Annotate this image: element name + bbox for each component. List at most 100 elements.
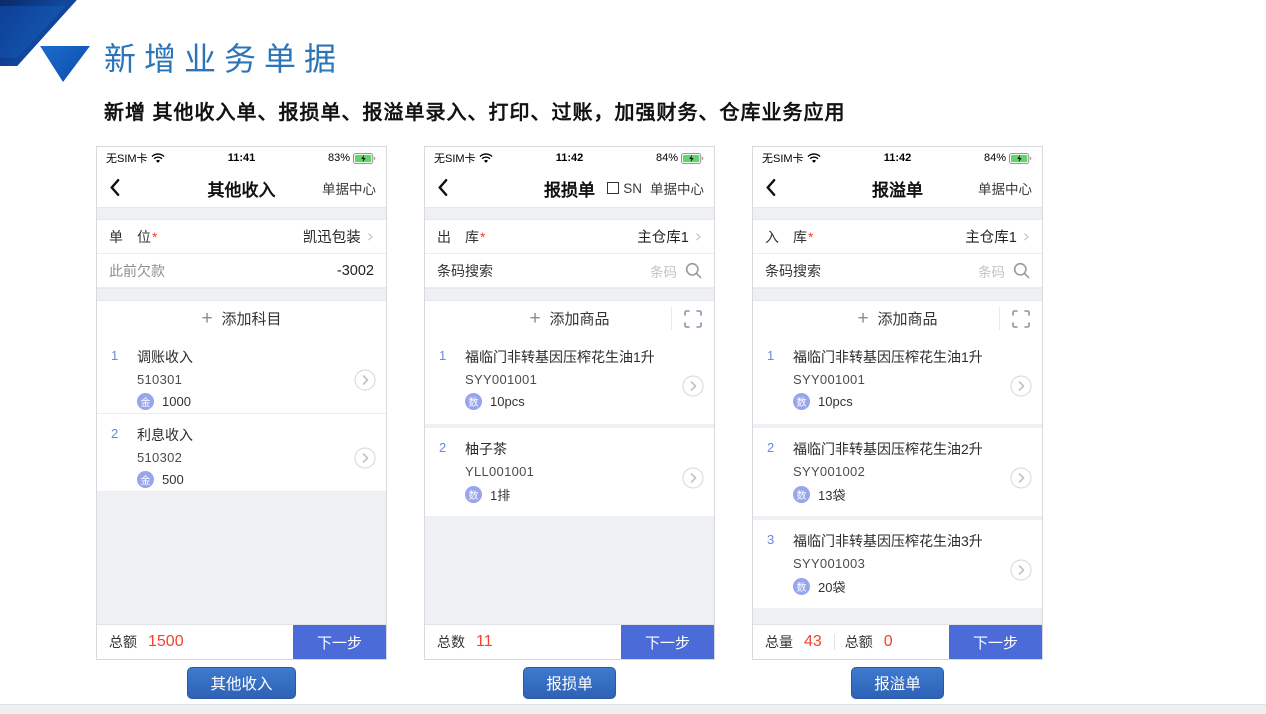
item-qty: 13袋 <box>818 485 845 504</box>
barcode-input-placeholder[interactable]: 条码 <box>650 261 677 281</box>
item-index: 1 <box>767 347 793 424</box>
chevron-right-icon: › <box>1023 228 1030 246</box>
total-label: 总额 <box>845 632 873 652</box>
clock: 11:41 <box>97 152 386 164</box>
item-index: 2 <box>111 425 137 491</box>
item-code: SYY001001 <box>465 372 678 387</box>
doc-center-link[interactable]: 单据中心 <box>978 178 1032 198</box>
required-asterisk: * <box>152 229 157 245</box>
next-step-button[interactable]: 下一步 <box>621 625 714 659</box>
add-subject-button[interactable]: + 添加科目 <box>97 301 386 336</box>
circle-chevron-icon[interactable] <box>354 369 376 391</box>
qty-badge: 数 <box>793 486 810 503</box>
status-bar: 无SIM卡 11:41 83% <box>97 147 386 169</box>
circle-chevron-icon[interactable] <box>354 447 376 469</box>
doc-center-link[interactable]: 单据中心 <box>650 178 704 198</box>
item-list: 1 调账收入 510301 金1000 2 利息收入 510302 金500 <box>97 336 386 624</box>
list-item[interactable]: 1 福临门非转基因压榨花生油1升 SYY001001 数10pcs <box>425 336 714 424</box>
item-index: 3 <box>767 531 793 608</box>
amount-badge: 金 <box>137 471 154 488</box>
item-amount: 500 <box>162 472 184 487</box>
status-bar: 无SIM卡 11:42 84% <box>425 147 714 169</box>
required-asterisk: * <box>480 229 485 245</box>
qty-badge: 数 <box>465 486 482 503</box>
item-name: 柚子茶 <box>465 439 678 459</box>
tag-loss-report: 报损单 <box>523 667 616 699</box>
phone-tag-row: 报损单 <box>424 667 715 699</box>
phone-tag-row: 报溢单 <box>752 667 1043 699</box>
phone-other-income: 无SIM卡 11:41 83% 其他收入 单据中心 单 位* 凯迅包装 › 此前… <box>96 146 387 660</box>
item-index: 1 <box>439 347 465 424</box>
circle-chevron-icon[interactable] <box>1010 375 1032 397</box>
next-step-button[interactable]: 下一步 <box>949 625 1042 659</box>
barcode-search-row[interactable]: 条码搜索 条码 <box>425 254 714 288</box>
add-product-button[interactable]: + 添加商品 <box>425 301 714 336</box>
item-code: 510301 <box>137 372 350 387</box>
circle-chevron-icon[interactable] <box>1010 467 1032 489</box>
section-gap <box>753 288 1042 301</box>
totals-bar: 总数 11 下一步 <box>425 624 714 659</box>
nav-bar: 其他收入 单据中心 <box>97 169 386 207</box>
nav-bar: 报损单 SN 单据中心 <box>425 169 714 207</box>
section-gap <box>425 288 714 301</box>
list-item[interactable]: 3 福临门非转基因压榨花生油3升 SYY001003 数20袋 <box>753 520 1042 608</box>
item-qty: 10pcs <box>818 394 853 409</box>
field-value: -3002 <box>337 263 374 279</box>
totals-bar: 总量 43 总额 0 下一步 <box>753 624 1042 659</box>
list-item[interactable]: 2 福临门非转基因压榨花生油2升 SYY001002 数13袋 <box>753 428 1042 516</box>
item-name: 调账收入 <box>137 347 350 367</box>
field-label: 条码搜索 <box>437 261 493 281</box>
circle-chevron-icon[interactable] <box>682 467 704 489</box>
scan-barcode-icon[interactable] <box>999 307 1042 330</box>
item-index: 2 <box>767 439 793 516</box>
next-step-button[interactable]: 下一步 <box>293 625 386 659</box>
add-label: 添加商品 <box>550 308 610 329</box>
item-amount: 1000 <box>162 394 191 409</box>
list-item[interactable]: 1 福临门非转基因压榨花生油1升 SYY001001 数10pcs <box>753 336 1042 424</box>
total-value: 0 <box>884 633 893 651</box>
item-name: 福临门非转基因压榨花生油3升 <box>793 531 1006 551</box>
field-label: 入 库 <box>765 229 807 245</box>
phone-loss-report: 无SIM卡 11:42 84% 报损单 SN 单据中心 出 库* 主仓库1 › … <box>424 146 715 660</box>
total-value: 43 <box>804 633 822 651</box>
list-item[interactable]: 2 柚子茶 YLL001001 数1排 <box>425 428 714 516</box>
section-gap <box>97 288 386 301</box>
list-item[interactable]: 1 调账收入 510301 金1000 <box>97 336 386 414</box>
total-label: 总量 <box>765 632 793 652</box>
field-row-warehouse-in[interactable]: 入 库* 主仓库1 › <box>753 220 1042 254</box>
barcode-input-placeholder[interactable]: 条码 <box>978 261 1005 281</box>
slide-bottom-strip <box>0 704 1266 714</box>
barcode-search-row[interactable]: 条码搜索 条码 <box>753 254 1042 288</box>
list-item[interactable]: 2 利息收入 510302 金500 <box>97 414 386 492</box>
scan-barcode-icon[interactable] <box>671 307 714 330</box>
search-icon[interactable] <box>1013 262 1030 279</box>
total-label: 总额 <box>109 632 137 652</box>
required-asterisk: * <box>808 229 813 245</box>
item-qty: 1排 <box>490 485 510 504</box>
item-name: 福临门非转基因压榨花生油1升 <box>793 347 1006 367</box>
search-icon[interactable] <box>685 262 702 279</box>
corner-logo <box>0 0 100 90</box>
field-row-warehouse-out[interactable]: 出 库* 主仓库1 › <box>425 220 714 254</box>
logo-triangle <box>40 46 90 82</box>
phone-tag-row: 其他收入 <box>96 667 387 699</box>
totals-bar: 总额 1500 下一步 <box>97 624 386 659</box>
item-name: 福临门非转基因压榨花生油2升 <box>793 439 1006 459</box>
circle-chevron-icon[interactable] <box>1010 559 1032 581</box>
item-name: 福临门非转基因压榨花生油1升 <box>465 347 678 367</box>
amount-badge: 金 <box>137 393 154 410</box>
item-code: 510302 <box>137 450 350 465</box>
item-qty: 20袋 <box>818 577 845 596</box>
field-row-unit[interactable]: 单 位* 凯迅包装 › <box>97 220 386 254</box>
chevron-right-icon: › <box>367 228 374 246</box>
status-bar: 无SIM卡 11:42 84% <box>753 147 1042 169</box>
clock: 11:42 <box>425 152 714 164</box>
section-gap <box>97 207 386 220</box>
circle-chevron-icon[interactable] <box>682 375 704 397</box>
item-code: SYY001003 <box>793 556 1006 571</box>
item-list: 1 福临门非转基因压榨花生油1升 SYY001001 数10pcs 2 柚子茶 … <box>425 336 714 624</box>
add-product-button[interactable]: + 添加商品 <box>753 301 1042 336</box>
doc-center-link[interactable]: 单据中心 <box>322 178 376 198</box>
qty-badge: 数 <box>793 393 810 410</box>
sn-checkbox[interactable] <box>607 182 619 194</box>
